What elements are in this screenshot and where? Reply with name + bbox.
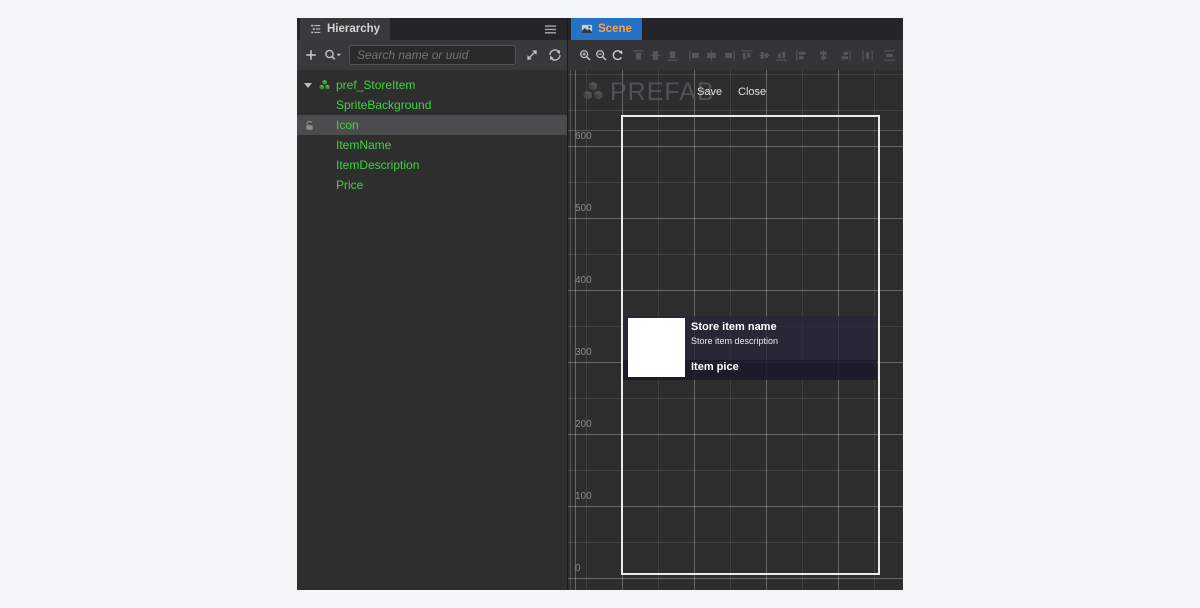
align-top-icon xyxy=(632,49,645,62)
refresh-icon[interactable] xyxy=(548,48,562,62)
prefab-save-button[interactable]: Save xyxy=(697,72,722,112)
ruler-label-600: 600 xyxy=(575,131,592,143)
ruler-label-400: 400 xyxy=(575,275,592,287)
distribute-left-icon xyxy=(795,49,808,62)
tree-item-label: pref_StoreItem xyxy=(336,78,415,92)
tab-scene[interactable]: Scene xyxy=(571,18,642,40)
add-node-button[interactable] xyxy=(304,48,318,62)
tree-item-price[interactable]: Price xyxy=(297,175,567,195)
zoom-in-icon[interactable] xyxy=(579,49,592,62)
prefab-cubes-icon xyxy=(581,80,605,104)
distribute-right-icon xyxy=(839,49,852,62)
caret-down-icon[interactable] xyxy=(304,83,312,88)
distribute-bottom-icon xyxy=(775,49,788,62)
distribute-h-gaps-icon xyxy=(861,49,874,62)
hierarchy-tree-icon xyxy=(310,23,322,35)
ruler-edge-line xyxy=(570,70,571,590)
reset-view-icon[interactable] xyxy=(611,49,624,62)
tree-item-label: ItemDescription xyxy=(336,158,419,172)
align-left-icon xyxy=(688,49,701,62)
align-h-center-icon xyxy=(705,49,718,62)
ruler-label-200: 200 xyxy=(575,419,592,431)
zoom-out-icon[interactable] xyxy=(595,49,608,62)
search-input[interactable] xyxy=(349,45,516,65)
hierarchy-panel: Hierarchy xyxy=(297,18,568,590)
hierarchy-search-row xyxy=(297,40,567,70)
ruler-label-0: 0 xyxy=(575,563,581,575)
scene-panel: Scene PREFAB Save Close 600 500 400 300 200 1… xyxy=(568,18,903,590)
design-resolution-border xyxy=(621,115,880,575)
lock-icon[interactable] xyxy=(304,120,315,131)
prefab-edit-bar: PREFAB Save Close xyxy=(568,72,903,112)
tree-item-spritebackground[interactable]: SpriteBackground xyxy=(297,95,567,115)
tree-item-itemname[interactable]: ItemName xyxy=(297,135,567,155)
ruler-label-500: 500 xyxy=(575,203,592,215)
ruler-label-300: 300 xyxy=(575,347,592,359)
hierarchy-tree: pref_StoreItem SpriteBackground Icon ItemN… xyxy=(297,70,567,590)
tree-item-label: SpriteBackground xyxy=(336,98,431,112)
tree-item-icon[interactable]: Icon xyxy=(297,115,567,135)
align-v-center-icon xyxy=(649,49,662,62)
tab-hierarchy[interactable]: Hierarchy xyxy=(300,18,390,40)
hierarchy-tabbar: Hierarchy xyxy=(297,18,567,40)
scene-image-icon xyxy=(581,23,593,35)
align-bottom-icon xyxy=(666,49,679,62)
distribute-top-icon xyxy=(740,49,753,62)
editor-window: Hierarchy xyxy=(297,18,903,590)
scene-canvas[interactable]: PREFAB Save Close 6005004003002001000 St… xyxy=(568,70,903,590)
scene-toolbar xyxy=(568,40,903,70)
panel-menu-icon[interactable] xyxy=(544,23,557,36)
tab-hierarchy-label: Hierarchy xyxy=(327,23,380,35)
tree-item-itemdescription[interactable]: ItemDescription xyxy=(297,155,567,175)
ruler-label-100: 100 xyxy=(575,491,592,503)
tree-item-label: Price xyxy=(336,178,363,192)
distribute-v-center-icon xyxy=(758,49,771,62)
scene-tabbar: Scene xyxy=(568,18,903,40)
collapse-all-icon[interactable] xyxy=(525,48,539,62)
prefab-close-button[interactable]: Close xyxy=(738,72,766,112)
distribute-h-center-icon xyxy=(817,49,830,62)
align-right-icon xyxy=(723,49,736,62)
tree-item-label: ItemName xyxy=(336,138,391,152)
distribute-v-gaps-icon xyxy=(883,49,896,62)
tab-scene-label: Scene xyxy=(598,23,632,35)
prefab-node-icon xyxy=(318,79,331,92)
tree-item-pref_storeitem[interactable]: pref_StoreItem xyxy=(297,75,567,95)
tree-item-label: Icon xyxy=(336,118,359,132)
search-filter-icon[interactable] xyxy=(323,48,343,62)
